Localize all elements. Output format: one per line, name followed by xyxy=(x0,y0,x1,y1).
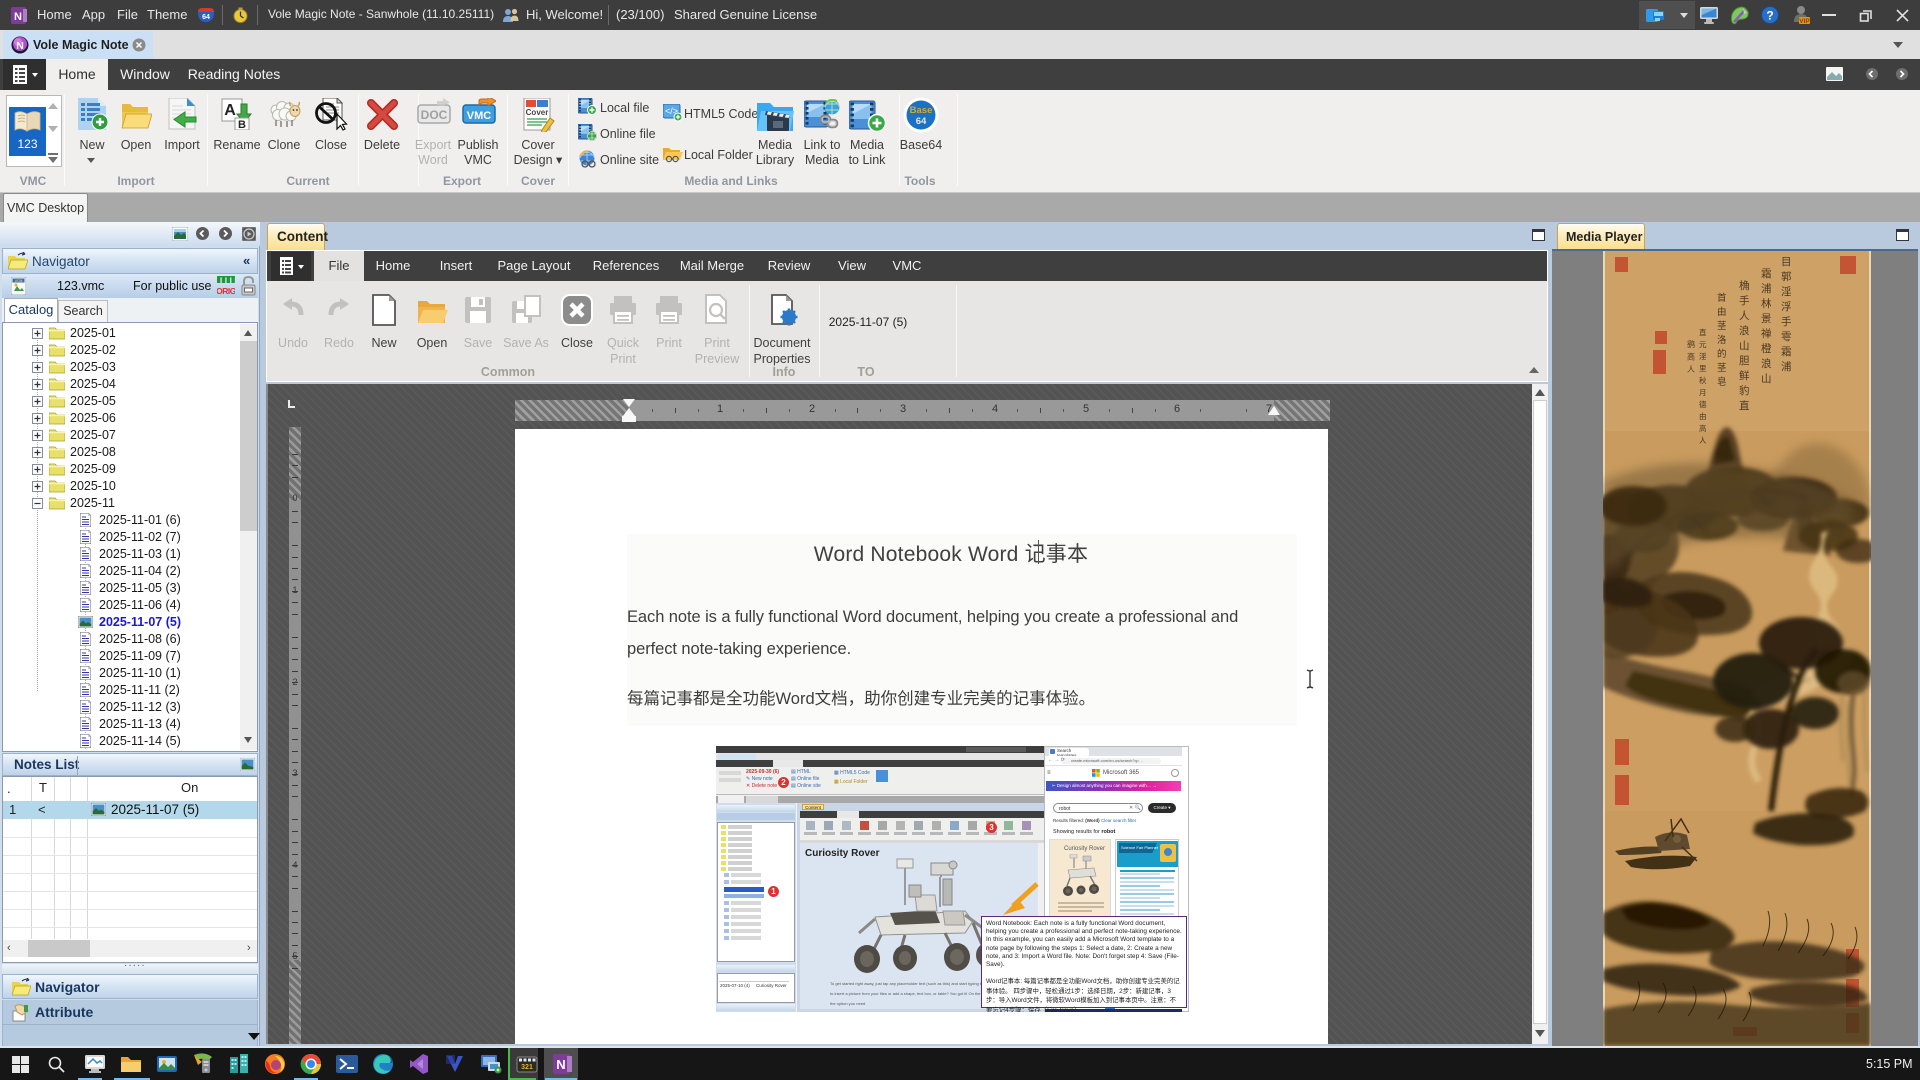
svg-text:的: 的 xyxy=(1717,348,1727,360)
svg-text:元: 元 xyxy=(1699,340,1707,349)
svg-text:Cover: Cover xyxy=(526,108,549,117)
svg-text:霜: 霜 xyxy=(1781,346,1792,358)
svg-text:雩: 雩 xyxy=(1781,331,1792,343)
svg-text:VIP: VIP xyxy=(1799,18,1810,25)
svg-text:64: 64 xyxy=(202,14,210,21)
svg-text:浮: 浮 xyxy=(1781,301,1792,313)
svg-text:鲜: 鲜 xyxy=(1739,369,1750,382)
svg-text:皂: 皂 xyxy=(1717,376,1727,388)
svg-text:N: N xyxy=(14,11,22,23)
svg-text:里: 里 xyxy=(1699,364,1707,373)
svg-text:秋: 秋 xyxy=(1699,375,1707,385)
svg-text:月: 月 xyxy=(1699,388,1707,397)
svg-text:霜: 霜 xyxy=(1761,268,1772,280)
svg-text:高: 高 xyxy=(1687,352,1695,362)
svg-text:64: 64 xyxy=(916,116,927,127)
svg-text:山: 山 xyxy=(1761,373,1772,385)
svg-text:林: 林 xyxy=(1761,297,1772,310)
svg-text:人: 人 xyxy=(1699,436,1707,445)
svg-text:人: 人 xyxy=(1739,310,1750,322)
svg-text:首: 首 xyxy=(1717,292,1727,304)
svg-text:直: 直 xyxy=(1699,327,1707,337)
svg-text:VCM: VCM xyxy=(15,279,23,283)
svg-text:321: 321 xyxy=(521,1064,533,1071)
svg-text:茎: 茎 xyxy=(1717,362,1727,374)
svg-text:淫: 淫 xyxy=(1699,351,1707,361)
svg-text:Base: Base xyxy=(910,105,933,116)
svg-text:N: N xyxy=(556,1057,565,1072)
svg-text:ORIG: ORIG xyxy=(217,286,235,296)
svg-text:手: 手 xyxy=(1781,315,1792,328)
svg-text:N: N xyxy=(16,40,24,52)
svg-text:橙: 橙 xyxy=(1761,342,1772,355)
svg-text:山: 山 xyxy=(1739,340,1750,352)
svg-text:人: 人 xyxy=(1687,365,1695,374)
svg-text:桷: 桷 xyxy=(1739,279,1750,292)
svg-text:浦: 浦 xyxy=(1761,282,1772,295)
svg-text:A: A xyxy=(224,102,236,119)
svg-text:淫: 淫 xyxy=(1781,285,1792,298)
svg-text:高: 高 xyxy=(1699,423,1707,433)
svg-text:手: 手 xyxy=(1739,294,1750,307)
svg-text:直: 直 xyxy=(1739,399,1750,412)
svg-text:浪: 浪 xyxy=(1761,357,1772,370)
svg-text:鹞: 鹞 xyxy=(1687,339,1695,349)
svg-text:DOC: DOC xyxy=(421,108,448,122)
svg-text:?: ? xyxy=(1766,9,1773,23)
svg-text:胆: 胆 xyxy=(1739,355,1750,367)
svg-text:B: B xyxy=(238,119,246,130)
svg-text:浪: 浪 xyxy=(1739,324,1750,337)
svg-text:禅: 禅 xyxy=(1761,327,1772,340)
svg-text:由: 由 xyxy=(1699,411,1707,421)
svg-text:茎: 茎 xyxy=(1717,320,1727,332)
svg-text:豹: 豹 xyxy=(1739,384,1750,397)
svg-text:VMC: VMC xyxy=(467,110,492,122)
svg-text:浦: 浦 xyxy=(1781,360,1792,373)
svg-text:景: 景 xyxy=(1761,313,1772,325)
svg-text:目: 目 xyxy=(1781,257,1792,268)
svg-text:德: 德 xyxy=(1699,399,1707,409)
svg-text:郭: 郭 xyxy=(1781,270,1792,283)
svg-text:洛: 洛 xyxy=(1717,334,1727,346)
svg-text:由: 由 xyxy=(1717,306,1727,318)
